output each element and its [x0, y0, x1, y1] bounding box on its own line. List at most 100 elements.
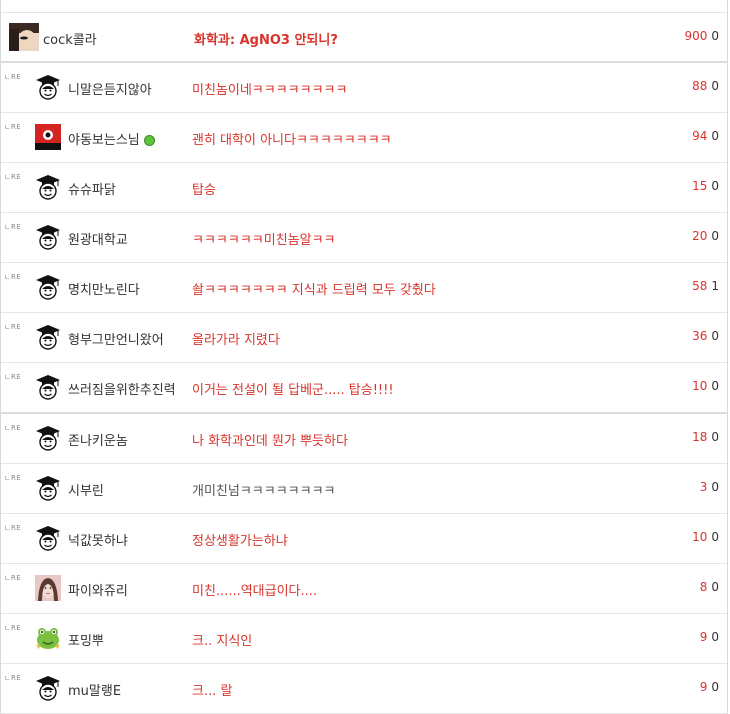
vote-counts: 15 0	[692, 179, 719, 193]
graduate-cap-icon	[36, 476, 60, 501]
downvote-count[interactable]: 0	[711, 680, 719, 694]
upvote-count[interactable]: 9	[700, 680, 708, 694]
downvote-count[interactable]: 0	[711, 530, 719, 544]
upvote-count[interactable]: 58	[692, 279, 707, 293]
comment-text: ㅋㅋㅋㅋㅋㅋ미친놈알ㅋㅋ	[192, 233, 336, 248]
upvote-count[interactable]: 10	[692, 530, 707, 544]
nickname[interactable]: 원광대학교	[68, 229, 128, 248]
reply-arrow-icon: ㄴRE	[4, 173, 22, 181]
online-status-icon	[143, 135, 155, 146]
vote-counts: 88 0	[692, 79, 719, 93]
downvote-count[interactable]: 0	[711, 480, 719, 494]
downvote-count[interactable]: 0	[711, 379, 719, 393]
graduate-cap-icon	[36, 175, 60, 200]
downvote-count[interactable]: 0	[711, 580, 719, 594]
graduate-cap-icon	[36, 526, 60, 551]
vote-counts: 900 0	[684, 29, 719, 43]
reply-arrow-icon: ㄴRE	[4, 273, 22, 281]
comment-text: 크... 랄	[192, 684, 233, 699]
nickname[interactable]: 존나키운놈	[68, 430, 128, 449]
downvote-count[interactable]: 0	[711, 329, 719, 343]
upvote-count[interactable]: 9	[700, 630, 708, 644]
reply-arrow-icon: ㄴRE	[4, 524, 22, 532]
downvote-count[interactable]: 0	[711, 129, 719, 143]
comment-text: 정상생활가는하냐	[192, 534, 288, 549]
reply-arrow-icon: ㄴRE	[4, 424, 22, 432]
reply-arrow-icon: ㄴRE	[4, 674, 22, 682]
vote-counts: 90	[700, 680, 719, 694]
nickname[interactable]: 쓰러짐을위한추진력	[68, 379, 176, 398]
downvote-count[interactable]: 0	[711, 79, 719, 93]
vote-counts: 94 0	[692, 129, 719, 143]
girl-photo-icon	[35, 575, 61, 601]
downvote-count[interactable]: 0	[711, 229, 719, 243]
graduate-cap-icon	[36, 676, 60, 701]
reply-arrow-icon: ㄴRE	[4, 323, 22, 331]
reply-arrow-icon: ㄴRE	[4, 624, 22, 632]
nickname[interactable]: 넉값못하냐	[68, 530, 128, 549]
upvote-count[interactable]: 15	[692, 179, 707, 193]
reply-arrow-icon: ㄴRE	[4, 574, 22, 582]
downvote-count[interactable]: 0	[711, 29, 719, 43]
upvote-count[interactable]: 18	[692, 430, 707, 444]
nickname[interactable]: 야동보는스님	[68, 129, 155, 148]
downvote-count[interactable]: 0	[711, 630, 719, 644]
comment-text: 미친놈이네ㅋㅋㅋㅋㅋㅋㅋㅋ	[192, 83, 348, 98]
upvote-count[interactable]: 10	[692, 379, 707, 393]
vote-counts: 18 0	[692, 430, 719, 444]
nickname[interactable]: mu말랭E	[68, 680, 121, 699]
reply-arrow-icon: ㄴRE	[4, 123, 22, 131]
vote-counts: 80	[700, 580, 719, 594]
upvote-count[interactable]: 900	[684, 29, 707, 43]
reply-row: ㄴRE 쓰러짐을위한추진력 이거는 전설이 될 답베군..... 탑승!!!! 10 0	[1, 363, 727, 414]
vote-counts: 90	[700, 630, 719, 644]
reply-row: ㄴRE 형부그만언니왔어 올라가라 지렸다 36 0	[1, 313, 727, 363]
nickname[interactable]: 시부린	[68, 480, 104, 499]
upvote-count[interactable]: 36	[692, 329, 707, 343]
comment-text: 크.. 지식인	[192, 634, 253, 649]
upvote-count[interactable]: 3	[700, 480, 708, 494]
nickname[interactable]: 명치만노린다	[68, 279, 140, 298]
reply-arrow-icon: ㄴRE	[4, 474, 22, 482]
reply-row: ㄴRE 니말은듣지않아 미친놈이네ㅋㅋㅋㅋㅋㅋㅋㅋ 88 0	[1, 63, 727, 113]
downvote-count[interactable]: 1	[711, 279, 719, 293]
comment-text: 탑승	[192, 183, 216, 198]
nickname[interactable]: 슈슈파닭	[68, 179, 116, 198]
comment-text: 미친......역대급이다....	[192, 584, 318, 599]
nickname[interactable]: 포밍뿌	[68, 630, 104, 649]
graduate-cap-icon	[36, 426, 60, 451]
comment-text: 개미친넘ㅋㅋㅋㅋㅋㅋㅋㅋ	[192, 484, 336, 499]
upvote-count[interactable]: 20	[692, 229, 707, 243]
comment-board: cock콜라 화학과: AgNO3 안되니? 900 0 ㄴRE 니말은듣지않아 미친…	[0, 0, 728, 714]
upvote-count[interactable]: 8	[700, 580, 708, 594]
reply-row: ㄴRE 시부린 개미친넘ㅋㅋㅋㅋㅋㅋㅋㅋ 3 0	[1, 464, 727, 514]
reply-row: ㄴRE 넉값못하냐 정상생활가는하냐 10 0	[1, 514, 727, 564]
graduate-cap-icon	[36, 75, 60, 100]
comment-text: 화학과: AgNO3 안되니?	[194, 33, 338, 48]
user-photo-icon[interactable]	[9, 23, 39, 51]
vote-counts: 10 0	[692, 530, 719, 544]
comment-text: 나 화학과인데 뭔가 뿌듯하다	[192, 434, 348, 449]
board-top-border	[1, 0, 727, 13]
vote-counts: 58 1	[692, 279, 719, 293]
comment-text: 올라가라 지렸다	[192, 333, 280, 348]
vote-counts: 10 0	[692, 379, 719, 393]
downvote-count[interactable]: 0	[711, 430, 719, 444]
reply-arrow-icon: ㄴRE	[4, 223, 22, 231]
upvote-count[interactable]: 94	[692, 129, 707, 143]
reply-row: ㄴRE mu말랭E 크... 랄 90	[1, 664, 727, 714]
comment-text: 괜히 대학이 아니다ㅋㅋㅋㅋㅋㅋㅋㅋ	[192, 133, 392, 148]
nickname[interactable]: cock콜라	[43, 29, 97, 48]
upvote-count[interactable]: 88	[692, 79, 707, 93]
nickname[interactable]: 파이와쥬리	[68, 580, 128, 599]
nickname[interactable]: 형부그만언니왔어	[68, 329, 164, 348]
frog-icon	[35, 625, 61, 651]
reply-row: ㄴRE 파이와쥬리 미친......역대급이다.... 8 0	[1, 564, 727, 614]
reply-row: ㄴRE 존나키운놈 나 화학과인데 뭔가 뿌듯하다 18 0	[1, 414, 727, 464]
graduate-cap-icon	[36, 325, 60, 350]
nickname[interactable]: 니말은듣지않아	[68, 79, 152, 98]
comment-text: 솰ㅋㅋㅋㅋㅋㅋㅋ 지식과 드립력 모두 갖췄다	[192, 283, 436, 298]
downvote-count[interactable]: 0	[711, 179, 719, 193]
comment-text: 이거는 전설이 될 답베군..... 탑승!!!!	[192, 383, 394, 398]
reply-row: ㄴRE 명치만노린다 솰ㅋㅋㅋㅋㅋㅋㅋ 지식과 드립력 모두 갖췄다 58 1	[1, 263, 727, 313]
